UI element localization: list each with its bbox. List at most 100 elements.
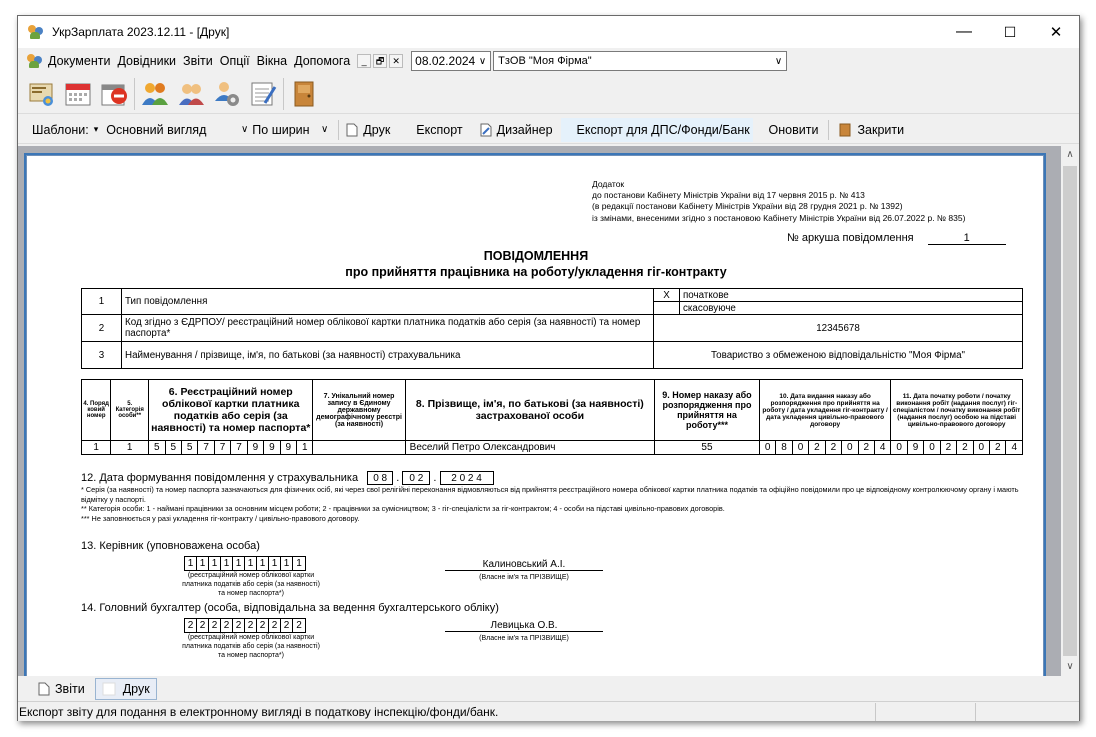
mdi-minimize-button[interactable]: _ <box>357 54 372 68</box>
row-number: 1 <box>81 288 122 315</box>
order-date-digit: 2 <box>808 440 826 455</box>
minimize-button[interactable]: — <box>941 16 987 48</box>
footnote: * Серія (за наявності) та номер паспорта… <box>81 485 1019 504</box>
users-icon[interactable] <box>173 77 209 111</box>
menu-directories[interactable]: Довідники <box>117 54 176 68</box>
scroll-down-icon[interactable]: ∨ <box>1061 658 1079 676</box>
tax-digit: 1 <box>296 558 302 569</box>
order-number-cell: 55 <box>654 440 760 455</box>
start-date-digit: 0 <box>923 440 941 455</box>
close-window-button[interactable]: ✕ <box>1033 16 1079 48</box>
tab-reports-label: Звіти <box>55 682 85 696</box>
initial-option: початкове <box>679 288 1023 302</box>
fit-select[interactable]: По ширин ∨ <box>252 123 332 137</box>
close-report-button[interactable]: Закрити <box>839 123 904 137</box>
users-settings-icon[interactable] <box>209 77 245 111</box>
date-separator: . <box>396 472 400 484</box>
order-date-digit: 2 <box>857 440 875 455</box>
menu-help[interactable]: Допомога <box>294 54 350 68</box>
category-cell: 1 <box>110 440 150 455</box>
tax-digit: 1 <box>221 557 233 570</box>
certificate-icon[interactable] <box>24 77 60 111</box>
tax-digit: 2 <box>281 619 293 632</box>
refresh-button[interactable]: Оновити <box>769 123 819 137</box>
footnote: ** Категорія особи: 1 - наймані працівни… <box>81 504 725 514</box>
tax-digit-cell: 7 <box>213 440 232 455</box>
section-14-label: 14. Головний бухгалтер (особа, відповіда… <box>81 602 499 614</box>
date-picker[interactable]: 08.02.2024 ∨ <box>411 51 492 71</box>
director-tax-caption: (реєстраційний номер облікової картки пл… <box>182 572 320 597</box>
mdi-restore-button[interactable]: 🗗 <box>373 54 388 68</box>
exit-door-icon[interactable] <box>286 77 322 111</box>
edrpou-value: 12345678 <box>653 314 1023 342</box>
employee-table: 4. Поряд ковий номер 5. Категорія особи*… <box>80 379 1023 455</box>
designer-button[interactable]: Дизайнер <box>479 123 553 137</box>
maximize-button[interactable]: ☐ <box>987 16 1033 48</box>
export-button[interactable]: Експорт <box>416 123 462 137</box>
start-date-digit: 4 <box>1005 440 1023 455</box>
tax-digit: 2 <box>233 619 245 632</box>
vertical-scrollbar[interactable]: ∧ ∨ <box>1061 146 1079 676</box>
col-header: 6. Реєстраційний номер облікової картки … <box>148 379 314 441</box>
app-window: УкрЗарплата 2023.12.11 - [Друк] — ☐ ✕ До… <box>17 15 1080 721</box>
menu-windows[interactable]: Вікна <box>257 54 287 68</box>
tab-print[interactable]: Друк <box>94 678 157 700</box>
row-number: 2 <box>81 314 122 342</box>
col-header: 10. Дата видання наказу або розпорядженн… <box>758 379 892 441</box>
notice-document: Додаток до постанови Кабінету Міністрів … <box>27 156 1045 676</box>
col-header: 9. Номер наказу або розпорядження про пр… <box>654 379 760 441</box>
tax-digit: 1 <box>185 557 197 570</box>
calendar-icon[interactable] <box>60 77 96 111</box>
company-select[interactable]: ТзОВ "Моя Фірма" ∨ <box>493 51 788 71</box>
stop-calendar-icon[interactable] <box>96 77 132 111</box>
export-tax-button[interactable]: Експорт для ДПС/Фонди/Банк <box>560 117 753 142</box>
menu-reports[interactable]: Звіти <box>183 54 213 68</box>
checklist-icon[interactable] <box>245 77 281 111</box>
print-button[interactable]: Друк <box>345 123 390 137</box>
report-preview[interactable]: Додаток до постанови Кабінету Міністрів … <box>18 146 1061 676</box>
tax-digit: 2 <box>269 619 281 632</box>
tax-digit-cell: 5 <box>148 440 166 455</box>
tax-digit: 1 <box>257 557 269 570</box>
tax-digit-cell: 9 <box>246 440 265 455</box>
mdi-close-button[interactable]: ✕ <box>389 54 404 68</box>
order-date-digit: 2 <box>824 440 843 455</box>
menu-options[interactable]: Опції <box>220 54 250 68</box>
tax-digit: 1 <box>233 557 245 570</box>
tax-digit: 2 <box>257 619 269 632</box>
initial-mark: X <box>653 288 680 302</box>
employee-name-cell: Веселий Петро Олександрович <box>404 440 656 455</box>
title-bar: УкрЗарплата 2023.12.11 - [Друк] — ☐ ✕ <box>18 16 1079 48</box>
chevron-down-icon[interactable]: ∨ <box>321 124 332 135</box>
annex-line: (в редакції постанови Кабінету Міністрів… <box>592 201 903 212</box>
tab-print-label: Друк <box>122 682 150 696</box>
status-bar: Експорт звіту для подання в електронному… <box>18 701 1079 721</box>
employees-icon[interactable] <box>137 77 173 111</box>
employer-table: 1 Тип повідомлення X початкове скасовуюч… <box>81 288 1023 369</box>
chevron-down-icon[interactable]: ∨ <box>241 124 252 135</box>
toolbar-separator <box>828 119 830 140</box>
page-icon <box>346 123 358 136</box>
director-signature: Калиновський А.І. <box>445 559 603 571</box>
scroll-thumb[interactable] <box>1063 166 1077 656</box>
scroll-up-icon[interactable]: ∧ <box>1061 146 1079 164</box>
col-header: 8. Прізвище, ім'я, по батькові (за наявн… <box>404 379 656 441</box>
view-select[interactable]: Основний вигляд ∨ <box>106 123 252 137</box>
tax-digit-cell: 9 <box>279 440 298 455</box>
sheet-value: 1 <box>927 232 1006 245</box>
export-tax-label: Експорт для ДПС/Фонди/Банк <box>576 122 750 137</box>
menu-documents[interactable]: Документи <box>48 54 110 68</box>
start-date-digit: 0 <box>890 440 908 455</box>
chevron-down-icon[interactable]: ∨ <box>775 56 786 67</box>
view-value: Основний вигляд <box>106 122 207 137</box>
cancel-mark <box>653 301 680 315</box>
chevron-down-icon[interactable]: ∨ <box>479 56 490 67</box>
templates-dropdown-icon[interactable]: ▾ <box>94 124 99 135</box>
annex-line: Додаток <box>592 179 625 189</box>
print-label: Друк <box>363 122 391 137</box>
row-number: 3 <box>81 341 122 369</box>
tax-digit: 2 <box>209 619 221 632</box>
tab-reports[interactable]: Звіти <box>32 678 91 700</box>
tax-digit: 1 <box>245 557 257 570</box>
annex-block: Додаток до постанови Кабінету Міністрів … <box>592 179 965 224</box>
